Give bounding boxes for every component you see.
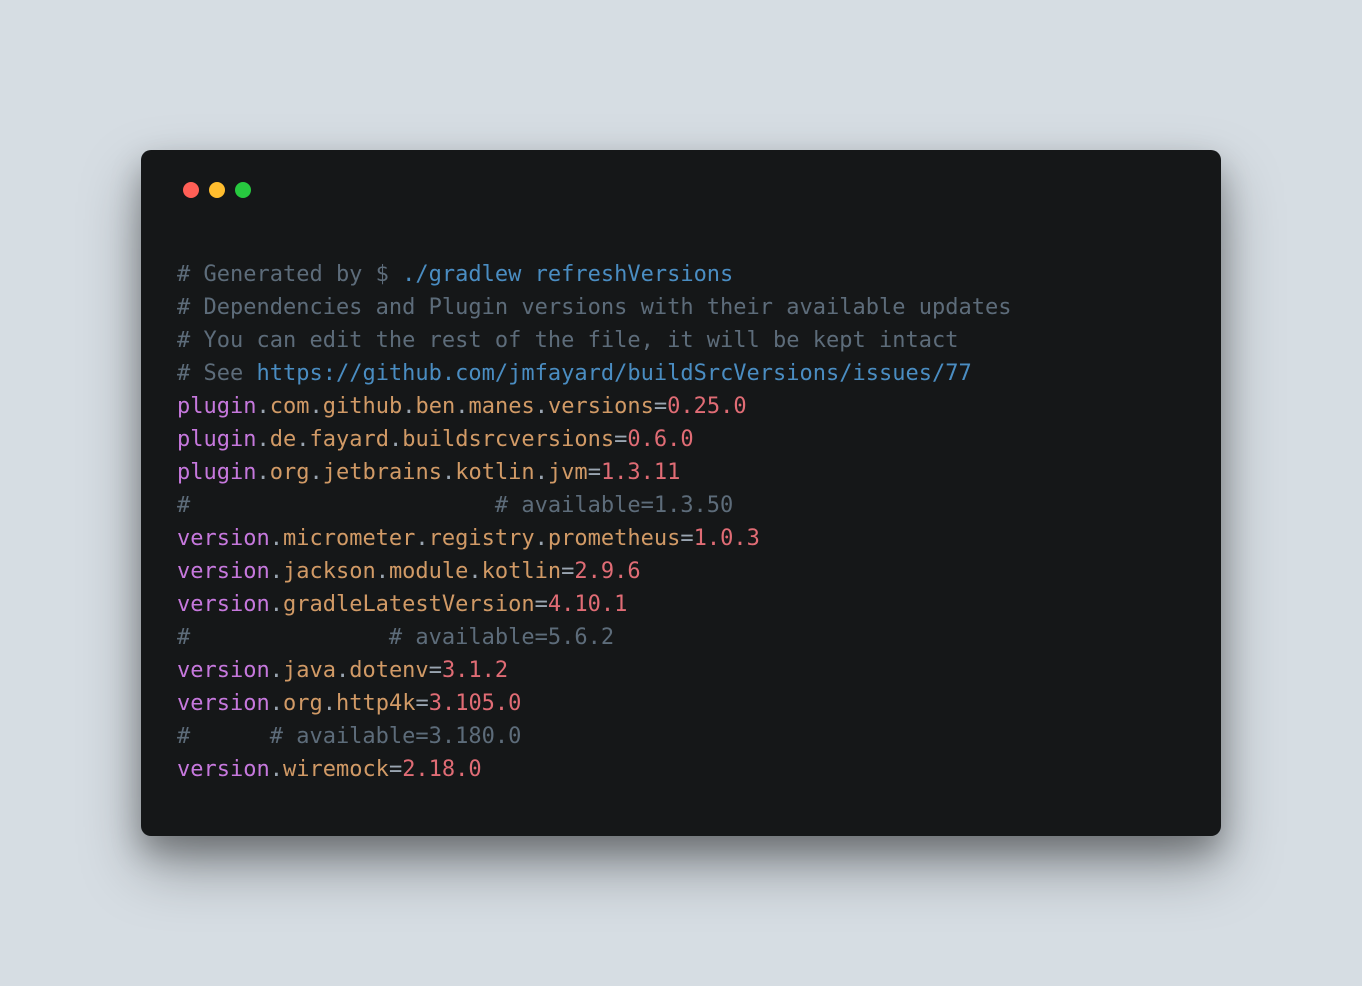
terminal-window: # Generated by $ ./gradlew refreshVersio… bbox=[141, 150, 1221, 836]
available-comment: # # available=3.180.0 bbox=[177, 724, 521, 749]
comment-line: # You can edit the rest of the file, it … bbox=[177, 328, 958, 353]
property-line: version.java.dotenv=3.1.2 bbox=[177, 658, 508, 683]
close-icon[interactable] bbox=[183, 182, 199, 198]
property-line: plugin.de.fayard.buildsrcversions=0.6.0 bbox=[177, 427, 694, 452]
property-line: version.org.http4k=3.105.0 bbox=[177, 691, 521, 716]
minimize-icon[interactable] bbox=[209, 182, 225, 198]
command-link: ./gradlew refreshVersions bbox=[402, 262, 733, 287]
url-link[interactable]: https://github.com/jmfayard/buildSrcVers… bbox=[256, 361, 971, 386]
property-line: version.gradleLatestVersion=4.10.1 bbox=[177, 592, 627, 617]
comment-line: # Dependencies and Plugin versions with … bbox=[177, 295, 1011, 320]
maximize-icon[interactable] bbox=[235, 182, 251, 198]
property-line: plugin.com.github.ben.manes.versions=0.2… bbox=[177, 394, 747, 419]
available-comment: # # available=5.6.2 bbox=[177, 625, 614, 650]
available-comment: # # available=1.3.50 bbox=[177, 493, 733, 518]
comment-line: # Generated by $ ./gradlew refreshVersio… bbox=[177, 262, 733, 287]
code-content: # Generated by $ ./gradlew refreshVersio… bbox=[177, 258, 1185, 786]
property-line: version.wiremock=2.18.0 bbox=[177, 757, 482, 782]
property-line: plugin.org.jetbrains.kotlin.jvm=1.3.11 bbox=[177, 460, 680, 485]
property-line: version.jackson.module.kotlin=2.9.6 bbox=[177, 559, 641, 584]
property-line: version.micrometer.registry.prometheus=1… bbox=[177, 526, 760, 551]
comment-line: # See https://github.com/jmfayard/buildS… bbox=[177, 361, 972, 386]
window-controls bbox=[183, 182, 1185, 198]
